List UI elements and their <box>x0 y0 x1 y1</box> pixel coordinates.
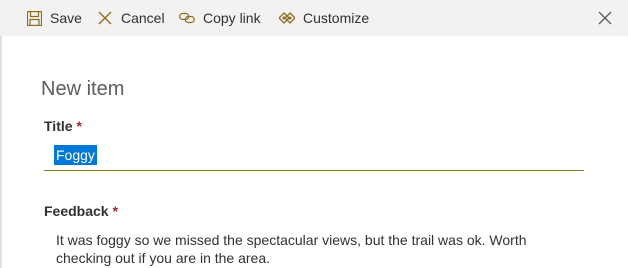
customize-icon <box>279 10 295 26</box>
feedback-textarea[interactable]: It was foggy so we missed the spectacula… <box>56 231 556 267</box>
required-marker: * <box>76 118 82 134</box>
feedback-field-label: Feedback * <box>44 202 118 220</box>
copy-link-button[interactable]: Copy link <box>179 0 261 36</box>
close-panel-button[interactable] <box>596 9 614 27</box>
save-icon <box>26 10 42 26</box>
title-input-value: Foggy <box>54 145 97 165</box>
copy-link-label: Copy link <box>203 10 261 26</box>
link-icon <box>179 10 195 26</box>
title-label-text: Title <box>44 118 73 134</box>
title-input[interactable]: Foggy <box>44 142 584 171</box>
customize-button[interactable]: Customize <box>279 0 369 36</box>
cancel-label: Cancel <box>121 10 165 26</box>
cancel-button[interactable]: Cancel <box>97 0 165 36</box>
cancel-icon <box>97 10 113 26</box>
save-label: Save <box>50 10 82 26</box>
required-marker: * <box>112 203 119 219</box>
command-bar: Save Cancel Copy link Customize <box>0 0 628 36</box>
save-button[interactable]: Save <box>26 0 82 36</box>
close-icon <box>596 11 614 31</box>
customize-label: Customize <box>303 10 370 26</box>
title-field-label: Title * <box>44 117 82 135</box>
panel-title: New item <box>41 78 125 100</box>
panel-edge <box>0 36 2 268</box>
feedback-label-text: Feedback <box>44 203 109 219</box>
